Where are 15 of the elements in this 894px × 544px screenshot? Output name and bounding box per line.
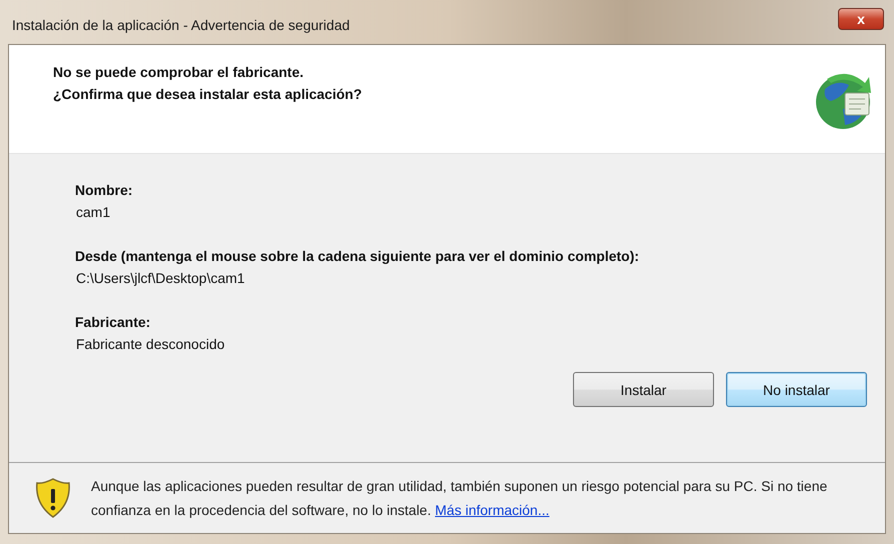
field-value: cam1 — [75, 203, 110, 222]
dialog-button[interactable]: Instalar — [573, 372, 714, 407]
close-button[interactable]: x — [838, 8, 884, 30]
heading-text: No se puede comprobar el fabricante. — [53, 63, 305, 82]
warning-text: Aunque las aplicaciones pueden resultar de gran utilidad, también suponen un riesgo potencial para su PC. Si no tiene confianza en la procedencia del software, no lo instale. Más información... — [91, 477, 828, 520]
field-value: C:\Users\jlcf\Desktop\cam1 — [75, 269, 245, 288]
field-value: Fabricante desconocido — [75, 335, 225, 354]
default-button[interactable]: No instalar — [726, 372, 867, 407]
heading-text: ¿Confirma que desea instalar esta aplicación? — [53, 85, 362, 104]
warning-shield-icon — [35, 478, 71, 518]
field-label: Fabricante: — [75, 313, 150, 332]
field-label: Nombre: — [75, 181, 133, 200]
field-label: Desde (mantenga el mouse sobre la cadena siguiente para ver el dominio completo): — [75, 247, 640, 266]
more-info-link[interactable]: Más información... — [435, 502, 550, 518]
window-title: Instalación de la aplicación - Advertencia de seguridad — [12, 17, 350, 33]
